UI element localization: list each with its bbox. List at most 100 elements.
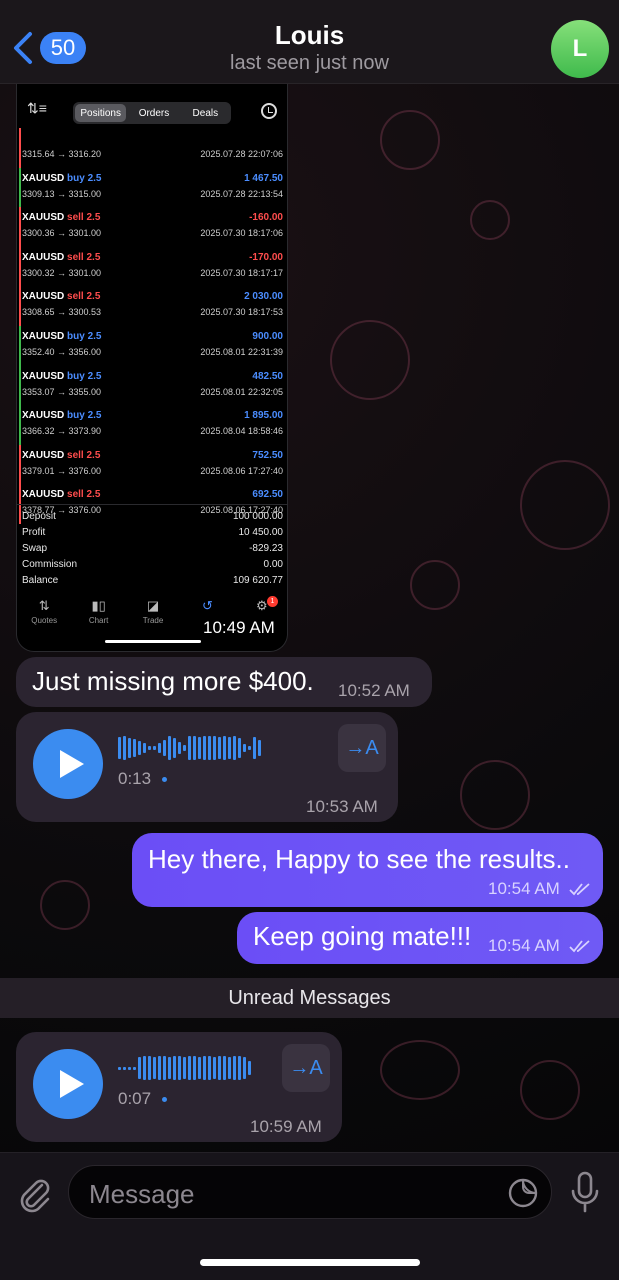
waveform-bar [148, 746, 151, 750]
summary-row: Swap -829.23 [22, 543, 283, 554]
waveform-bar [243, 1057, 246, 1079]
read-ticks-icon [569, 883, 590, 896]
trade-prices: 3300.36 → 3301.00 [22, 228, 102, 239]
trade-symbol: XAUUSD sell 2.5 [22, 489, 101, 501]
waveform-bar [228, 1057, 231, 1079]
waveform-bar [213, 736, 216, 760]
trade-pnl: 1 467.50 [244, 172, 283, 184]
waveform-bar [188, 1056, 191, 1080]
sticker-icon[interactable] [507, 1177, 539, 1209]
chart-icon: ▮▯ [91, 598, 106, 613]
trade-row: XAUUSD buy 2.5 900.00 3352.40 → 3356.00 202… [17, 326, 287, 366]
play-icon[interactable] [33, 1049, 103, 1119]
message-time: 10:59 AM [250, 1117, 322, 1136]
chat-title[interactable]: Louis [0, 20, 619, 51]
waveform-bar [173, 1056, 176, 1080]
trade-symbol: XAUUSD buy 2.5 [22, 410, 102, 422]
trade-datetime: 2025.07.30 18:17:06 [200, 228, 283, 239]
unread-messages-divider: Unread Messages [0, 978, 619, 1018]
voice-message[interactable]: 0:13 →A 10:53 AM [16, 712, 398, 822]
trade-row: XAUUSD sell 2.5 -160.00 3300.36 → 3301.00 2… [17, 207, 287, 248]
image-timestamp: 10:49 AM [203, 618, 275, 637]
image-message[interactable]: ⇅≡ Positions Orders Deals 3315.64 → 3316… [16, 84, 288, 652]
incoming-message[interactable]: Just missing more $400. 10:52 AM [16, 657, 432, 707]
trade-symbol: XAUUSD sell 2.5 [22, 449, 101, 461]
trade-datetime: 2025.08.01 22:32:05 [200, 386, 283, 397]
voice-message[interactable]: 0:07 →A 10:59 AM [16, 1032, 342, 1142]
waveform-bar [213, 1057, 216, 1079]
last-seen-status: last seen just now [230, 52, 389, 74]
trade-side: sell 2.5 [67, 489, 101, 501]
trade-pnl: -170.00 [249, 251, 283, 263]
waveform[interactable] [118, 734, 261, 762]
waveform-bar [128, 738, 131, 758]
waveform-bar [233, 1056, 236, 1080]
waveform-bar [118, 737, 121, 759]
trade-row: XAUUSD sell 2.5 2 030.00 3308.65 → 3300.53… [17, 286, 287, 327]
waveform-bar [183, 745, 186, 751]
translate-icon[interactable]: →A [282, 1044, 330, 1092]
trade-datetime: 2025.07.28 22:07:06 [200, 149, 283, 159]
home-indicator [200, 1259, 420, 1266]
waveform-bar [128, 1066, 131, 1070]
trade-row: XAUUSD buy 2.5 482.50 3353.07 → 3355.00 202… [17, 365, 287, 406]
trade-symbol: XAUUSD buy 2.5 [22, 370, 102, 382]
translate-icon[interactable]: →A [338, 724, 386, 772]
outgoing-message[interactable]: Hey there, Happy to see the results.. 10… [132, 833, 603, 907]
history-icon: ↺ [201, 598, 213, 613]
trade-side: buy 2.5 [67, 370, 102, 382]
voice-duration: 0:13 [118, 769, 152, 788]
chat-header: 50 Louis last seen just now L [0, 0, 619, 84]
trade-prices: 3353.07 → 3355.00 [22, 386, 102, 397]
waveform-bar [168, 736, 171, 760]
trade-row: 3315.64 → 3316.20 2025.07.28 22:07:06 [17, 128, 287, 168]
attach-icon[interactable] [14, 1173, 54, 1213]
waveform-bar [193, 736, 196, 760]
trade-row: XAUUSD buy 2.5 1 467.50 3309.13 → 3315.00 2… [17, 167, 287, 208]
trade-side: buy 2.5 [67, 331, 102, 342]
waveform-bar [178, 1056, 181, 1080]
message-time: 10:52 AM [338, 681, 410, 700]
waveform-bar [258, 740, 261, 756]
waveform-bar [143, 1056, 146, 1080]
trade-datetime: 2025.07.28 22:13:54 [200, 188, 283, 199]
waveform-bar [243, 744, 246, 752]
message-text: Keep going mate!!! [253, 921, 472, 951]
waveform-bar [218, 1056, 221, 1080]
trade-icon: ◪ [146, 598, 160, 613]
outgoing-message[interactable]: Keep going mate!!! 10:54 AM [237, 912, 603, 964]
trade-prices: 3366.32 → 3373.90 [22, 426, 102, 437]
unplayed-dot [162, 1097, 167, 1102]
message-text: Just missing more $400. [32, 666, 314, 696]
trade-pnl: 1 895.00 [244, 410, 283, 422]
summary-row: Deposit 100 000.00 [22, 511, 283, 522]
waveform-bar [183, 1057, 186, 1079]
trade-datetime: 2025.08.06 17:27:40 [200, 465, 283, 476]
waveform-bar [208, 1056, 211, 1080]
waveform-bar [123, 736, 126, 760]
waveform-bar [133, 739, 136, 757]
trade-pnl: 482.50 [252, 370, 283, 382]
waveform-bar [223, 1056, 226, 1080]
mic-icon[interactable] [568, 1171, 602, 1213]
trade-datetime: 2025.08.01 22:31:39 [200, 347, 283, 357]
trade-prices: 3352.40 → 3356.00 [22, 347, 102, 357]
trade-side: sell 2.5 [67, 291, 101, 303]
account-summary: Deposit 100 000.00 Profit 10 450.00 Swap -8… [17, 504, 287, 589]
message-text: Hey there, Happy to see the results.. [148, 844, 570, 874]
waveform-bar [208, 736, 211, 760]
waveform-bar [223, 736, 226, 760]
trade-row: XAUUSD buy 2.5 1 895.00 3366.32 → 3373.90 2… [17, 405, 287, 446]
trade-datetime: 2025.08.04 18:58:46 [200, 426, 283, 437]
waveform-bar [238, 738, 241, 758]
trade-row: XAUUSD sell 2.5 -170.00 3300.32 → 3301.00 2… [17, 246, 287, 287]
avatar[interactable]: L [551, 20, 609, 78]
waveform[interactable] [118, 1054, 251, 1082]
message-input[interactable]: Message [68, 1165, 552, 1219]
waveform-bar [203, 1056, 206, 1080]
trade-symbol: XAUUSD sell 2.5 [22, 291, 101, 303]
waveform-bar [198, 737, 201, 759]
play-icon[interactable] [33, 729, 103, 799]
sort-icon: ⇅≡ [27, 100, 47, 116]
trade-symbol: XAUUSD buy 2.5 [22, 172, 102, 184]
